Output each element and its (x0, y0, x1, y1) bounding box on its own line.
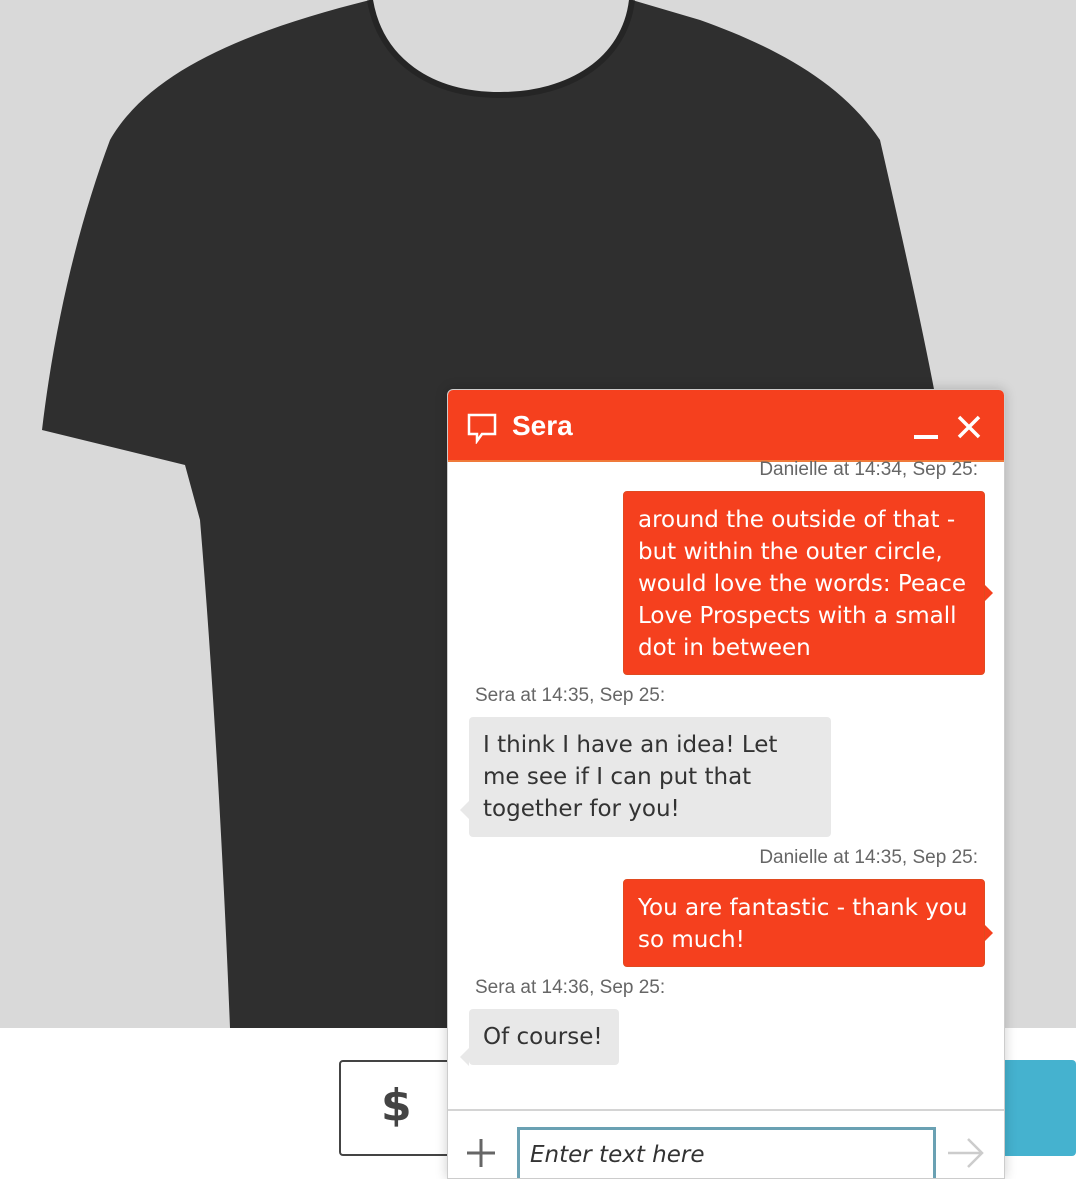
message-meta: Danielle at 14:34, Sep 25: (759, 459, 978, 480)
composer: Enter text here (448, 1109, 1004, 1178)
message-meta: Sera at 14:36, Sep 25: (475, 977, 666, 998)
message-bubble: I think I have an idea! Let me see if I … (460, 717, 831, 837)
dollar-icon: $ (381, 1080, 412, 1131)
plus-icon[interactable] (465, 1137, 497, 1169)
message-meta: Sera at 14:35, Sep 25: (475, 685, 666, 706)
close-icon[interactable] (956, 414, 982, 440)
chat-header: Sera (448, 390, 1004, 462)
send-arrow-icon[interactable] (946, 1135, 986, 1171)
minimize-icon[interactable] (912, 416, 940, 442)
message-input[interactable]: Enter text here (517, 1127, 936, 1178)
message-bubble: Of course! (460, 1009, 619, 1067)
checkout-button[interactable] (1000, 1060, 1076, 1156)
chat-widget: Sera Danielle at 14:34, Sep 25: around t… (447, 389, 1005, 1179)
message-bubble: You are fantastic - thank you so much! (623, 879, 993, 967)
message-meta: Danielle at 14:35, Sep 25: (759, 847, 978, 868)
chat-title: Sera (512, 410, 573, 441)
chat-bubble-icon (467, 413, 497, 444)
message-bubble: around the outside of that - but within … (623, 491, 993, 675)
